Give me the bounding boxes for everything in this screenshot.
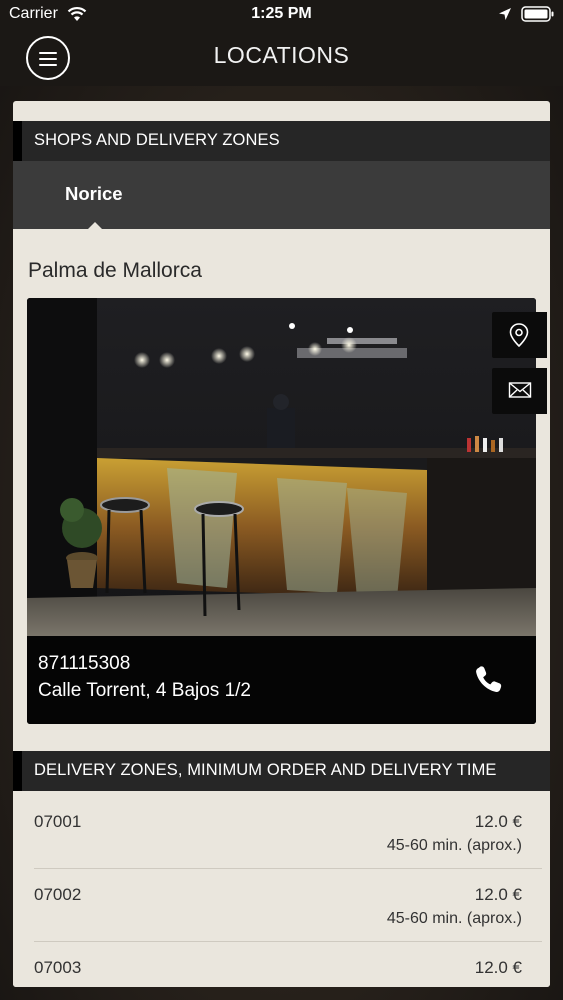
- nav-bar: LOCATIONS: [0, 30, 563, 86]
- zone-delivery-time: 45-60 min. (aprox.): [386, 837, 522, 854]
- shop-city: Palma de Mallorca: [28, 259, 202, 282]
- locations-card: SHOPS AND DELIVERY ZONES Norice Palma de…: [13, 101, 550, 987]
- shop-info-strip: 871115308 Calle Torrent, 4 Bajos 1/2: [27, 636, 536, 724]
- zone-min-order: 12.0 €: [474, 812, 522, 831]
- zone-code: 07001: [34, 812, 82, 831]
- battery-icon: [521, 6, 554, 22]
- zone-code: 07002: [34, 885, 82, 904]
- zone-delivery-time: 45-60 min. (aprox.): [386, 910, 522, 927]
- shops-section-header: SHOPS AND DELIVERY ZONES: [13, 121, 550, 161]
- shop-phone-number: 871115308: [38, 653, 131, 674]
- page-title: LOCATIONS: [213, 42, 350, 68]
- phone-icon[interactable]: [473, 664, 503, 694]
- shop-image: 871115308 Calle Torrent, 4 Bajos 1/2: [27, 298, 536, 724]
- shop-tab-bar: Norice: [13, 161, 550, 229]
- shop-photo: [27, 298, 536, 638]
- status-bar: Carrier 1:25 PM: [0, 0, 563, 30]
- zone-code: 07003: [34, 958, 82, 977]
- zone-min-order: 12.0 €: [474, 958, 522, 977]
- mail-button[interactable]: [492, 368, 547, 414]
- map-pin-icon: [509, 323, 529, 347]
- shop-address: Calle Torrent, 4 Bajos 1/2: [38, 680, 251, 701]
- delivery-zones-list: 07001 12.0 € 45-60 min. (aprox.) 07002 1…: [13, 791, 550, 987]
- tab-norice[interactable]: Norice: [65, 183, 123, 205]
- mail-icon: [508, 382, 532, 398]
- map-pin-button[interactable]: [492, 312, 547, 358]
- zone-row: 07003 12.0 €: [13, 937, 550, 987]
- tab-selected-indicator: [88, 222, 102, 229]
- location-arrow-icon: [499, 8, 511, 20]
- status-time: 1:25 PM: [251, 5, 312, 22]
- delivery-section-header: DELIVERY ZONES, MINIMUM ORDER AND DELIVE…: [13, 751, 550, 791]
- zone-row: 07001 12.0 € 45-60 min. (aprox.): [13, 791, 550, 864]
- zone-min-order: 12.0 €: [474, 885, 522, 904]
- zone-row: 07002 12.0 € 45-60 min. (aprox.): [13, 864, 550, 937]
